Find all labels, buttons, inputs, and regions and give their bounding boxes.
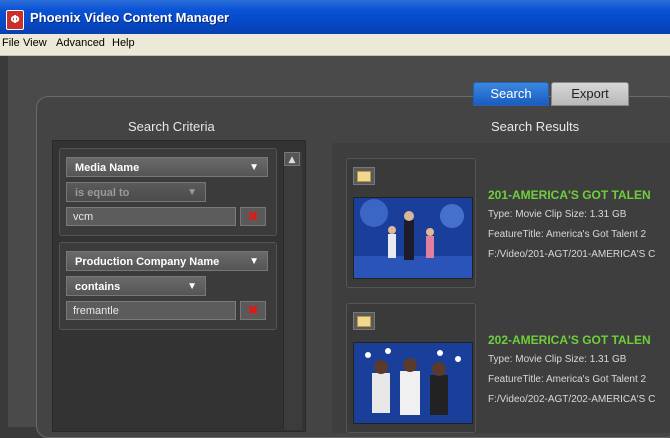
dropdown-arrow-icon: ▼ xyxy=(187,187,197,198)
tab-search[interactable]: Search xyxy=(473,82,549,106)
dropdown-arrow-icon: ▼ xyxy=(249,256,259,267)
result-type-size: Type: Movie Clip Size: 1.31 GB xyxy=(488,209,627,220)
menu-bar: File View Advanced Help xyxy=(0,34,670,56)
tab-export[interactable]: Export xyxy=(551,82,629,106)
result-path: F:/Video/202-AGT/202-AMERICA'S C xyxy=(488,394,656,405)
dropdown-arrow-icon: ▼ xyxy=(249,162,259,173)
criteria-scrollbar[interactable] xyxy=(283,152,302,430)
results-panel: 201-AMERICA'S GOT TALEN Type: Movie Clip… xyxy=(332,143,670,433)
delete-icon: ✖ xyxy=(247,302,259,319)
operator-select[interactable]: contains ▼ xyxy=(66,276,206,296)
criteria-panel: Media Name ▼ is equal to ▼ vcm ✖ Product… xyxy=(52,140,306,432)
result-type-size: Type: Movie Clip Size: 1.31 GB xyxy=(488,354,627,365)
scroll-up-arrow-icon[interactable]: ▲ xyxy=(284,152,300,166)
folder-icon xyxy=(357,170,371,182)
window-title: Phoenix Video Content Manager xyxy=(30,10,230,25)
field-select-value: Media Name xyxy=(75,162,140,174)
criteria-value-input[interactable]: fremantle xyxy=(66,301,236,320)
video-thumbnail[interactable] xyxy=(353,197,473,279)
criteria-row: Production Company Name ▼ contains ▼ fre… xyxy=(59,242,277,330)
delete-criteria-button[interactable]: ✖ xyxy=(240,301,266,320)
result-feature-title: FeatureTitle: America's Got Talent 2 xyxy=(488,374,647,385)
search-results-heading: Search Results xyxy=(491,119,580,134)
field-select[interactable]: Media Name ▼ xyxy=(66,157,268,177)
result-card[interactable] xyxy=(346,303,476,433)
open-folder-button[interactable] xyxy=(353,312,375,330)
folder-icon xyxy=(357,315,371,327)
app-icon: Φ xyxy=(6,10,24,30)
dropdown-arrow-icon: ▼ xyxy=(187,281,197,292)
menu-view[interactable]: View xyxy=(23,37,47,49)
field-select[interactable]: Production Company Name ▼ xyxy=(66,251,268,271)
result-title[interactable]: 201-AMERICA'S GOT TALEN xyxy=(488,188,651,202)
menu-advanced[interactable]: Advanced xyxy=(56,37,105,49)
result-title[interactable]: 202-AMERICA'S GOT TALEN xyxy=(488,333,651,347)
delete-criteria-button[interactable]: ✖ xyxy=(240,207,266,226)
menu-file[interactable]: File xyxy=(2,37,20,49)
video-thumbnail[interactable] xyxy=(353,342,473,424)
delete-icon: ✖ xyxy=(247,208,259,225)
result-card[interactable] xyxy=(346,158,476,288)
criteria-value-input[interactable]: vcm xyxy=(66,207,236,226)
menu-help[interactable]: Help xyxy=(112,37,135,49)
operator-select-value: contains xyxy=(75,281,121,293)
operator-select[interactable]: is equal to ▼ xyxy=(66,182,206,202)
operator-select-value: is equal to xyxy=(75,187,130,199)
open-folder-button[interactable] xyxy=(353,167,375,185)
field-select-value: Production Company Name xyxy=(75,256,220,268)
result-feature-title: FeatureTitle: America's Got Talent 2 xyxy=(488,229,647,240)
criteria-row: Media Name ▼ is equal to ▼ vcm ✖ xyxy=(59,148,277,236)
result-path: F:/Video/201-AGT/201-AMERICA'S C xyxy=(488,249,656,260)
search-criteria-heading: Search Criteria xyxy=(128,119,215,134)
